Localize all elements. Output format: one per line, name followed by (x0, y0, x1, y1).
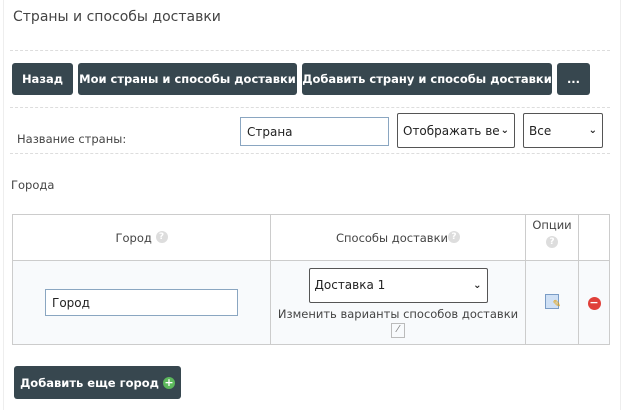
edit-pencil-icon[interactable]: ⁄ (391, 322, 405, 338)
display-select-value: Отображать ве (403, 123, 500, 138)
country-name-label: Название страны: (17, 132, 127, 146)
all-select[interactable]: Все ⌄ (523, 113, 603, 148)
page-frame (3, 0, 621, 410)
edit-note-icon[interactable]: ✎ (545, 293, 561, 310)
divider (10, 107, 610, 108)
delete-cell: − (578, 260, 610, 345)
remove-icon[interactable]: − (587, 297, 601, 310)
display-select[interactable]: Отображать ве ⌄ (397, 113, 515, 148)
page-title: Страны и способы доставки (13, 9, 221, 25)
table-header: Город ? Способы доставки? Опции? (12, 214, 610, 261)
city-cell: Город (12, 260, 271, 345)
header-options: Опции? (525, 214, 579, 261)
help-icon[interactable]: ? (155, 230, 168, 243)
help-icon[interactable]: ? (546, 236, 558, 248)
city-input[interactable]: Город (45, 289, 238, 316)
chevron-down-icon: ⌄ (500, 125, 509, 136)
chevron-down-icon: ⌄ (473, 279, 482, 291)
options-cell: ✎ (525, 260, 579, 345)
cities-table: Город ? Способы доставки? Опции? Город Д… (12, 214, 610, 345)
header-delete (578, 214, 610, 261)
all-select-value: Все (529, 123, 552, 138)
divider (10, 50, 610, 51)
add-city-label: Добавить еще город (20, 375, 159, 390)
more-button[interactable]: ... (557, 63, 590, 95)
add-country-button[interactable]: Добавить страну и способы доставки (302, 63, 552, 95)
header-delivery: Способы доставки? (270, 214, 526, 261)
add-city-button[interactable]: Добавить еще город + (14, 366, 181, 399)
delivery-select-value: Доставка 1 (314, 278, 386, 292)
table-row: Город Доставка 1 ⌄ Изменить варианты спос… (12, 260, 610, 345)
divider (10, 153, 610, 154)
header-city: Город ? (12, 214, 271, 261)
delivery-select[interactable]: Доставка 1 ⌄ (308, 267, 488, 303)
country-name-input[interactable]: Страна (240, 117, 389, 146)
delivery-cell: Доставка 1 ⌄ Изменить варианты способов д… (270, 260, 526, 345)
cities-label: Города (11, 178, 55, 192)
my-countries-button[interactable]: Мои страны и способы доставки (78, 63, 297, 95)
back-button[interactable]: Назад (12, 63, 73, 95)
help-icon[interactable]: ? (448, 230, 461, 243)
plus-icon: + (162, 375, 175, 389)
chevron-down-icon: ⌄ (588, 125, 597, 136)
edit-delivery-link[interactable]: Изменить варианты способов доставки (271, 307, 525, 321)
